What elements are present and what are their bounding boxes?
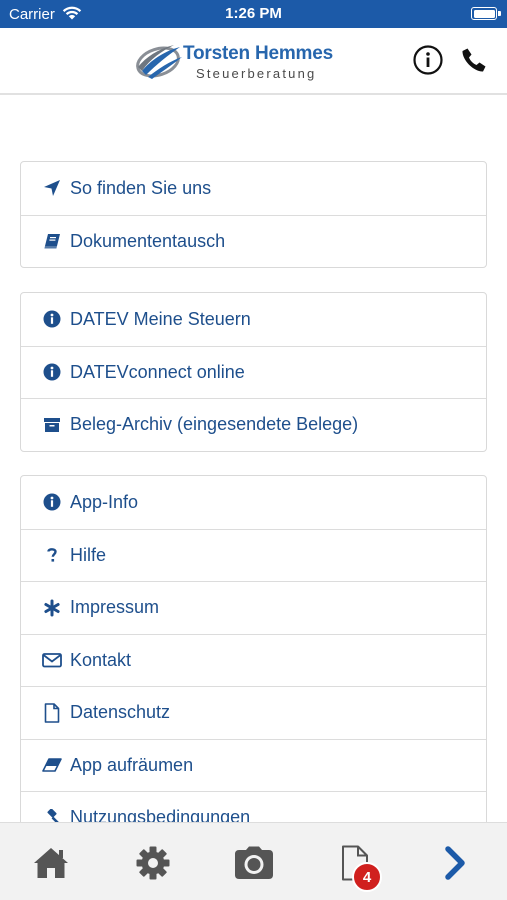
- documents-badge: 4: [352, 862, 382, 892]
- app-header: Torsten Hemmes Steuerberatung: [0, 28, 507, 95]
- menu-item-label: Nutzungsbedingungen: [70, 807, 251, 822]
- menu-item-label: App-Info: [70, 491, 139, 512]
- battery-cap: [498, 11, 501, 16]
- menu-group-info: App-Info Hilfe Impressum Kontakt Datensc…: [20, 475, 487, 822]
- info-circle-icon: [42, 309, 62, 329]
- menu-item-label: Dokumententausch: [70, 230, 226, 251]
- menu-item-impressum[interactable]: Impressum: [21, 581, 486, 634]
- menu-item-label: Kontakt: [70, 649, 132, 670]
- menu-item-label: Hilfe: [70, 544, 107, 565]
- envelope-icon: [42, 650, 62, 670]
- menu-item-hilfe[interactable]: Hilfe: [21, 528, 486, 582]
- menu-item-label: Beleg-Archiv (eingesendete Belege): [70, 414, 359, 435]
- tab-next[interactable]: [433, 841, 477, 885]
- info-circle-icon: [42, 492, 62, 512]
- question-icon: [42, 545, 62, 565]
- gear-icon: [136, 846, 170, 880]
- document-icon: [42, 702, 62, 723]
- menu-item-nutzungsbedingungen[interactable]: Nutzungsbedingungen: [21, 791, 486, 822]
- menu-content: So finden Sie uns Dokumententausch DATEV…: [0, 97, 507, 822]
- tab-settings[interactable]: [131, 841, 175, 885]
- gavel-icon: [42, 808, 62, 822]
- menu-group-location: So finden Sie uns Dokumententausch: [20, 161, 487, 268]
- menu-item-label: DATEVconnect online: [70, 361, 245, 382]
- menu-item-app-info[interactable]: App-Info: [21, 476, 486, 529]
- menu-item-label: App aufräumen: [70, 754, 194, 775]
- archive-icon: [42, 415, 62, 435]
- tab-bar: 4: [0, 822, 507, 900]
- phone-button[interactable]: [459, 45, 489, 75]
- menu-item-app-aufraeumen[interactable]: App aufräumen: [21, 738, 486, 792]
- menu-item-so-finden-sie-uns[interactable]: So finden Sie uns: [21, 162, 486, 215]
- info-circle-icon: [42, 362, 62, 382]
- menu-item-datenschutz[interactable]: Datenschutz: [21, 686, 486, 739]
- logo: Torsten Hemmes Steuerberatung: [134, 41, 344, 81]
- logo-name: Torsten Hemmes: [183, 43, 333, 64]
- menu-item-datevconnect-online[interactable]: DATEVconnect online: [21, 345, 486, 399]
- status-bar: Carrier 1:26 PM: [0, 0, 507, 28]
- home-icon: [34, 848, 68, 878]
- menu-item-label: DATEV Meine Steuern: [70, 308, 251, 329]
- logo-subtitle: Steuerberatung: [196, 66, 317, 81]
- menu-item-label: Impressum: [70, 597, 160, 618]
- camera-icon: [235, 846, 273, 879]
- book-icon: [42, 231, 62, 251]
- menu-item-label: So finden Sie uns: [70, 177, 212, 198]
- asterisk-icon: [42, 598, 62, 618]
- status-time: 1:26 PM: [225, 5, 282, 22]
- menu-item-label: Datenschutz: [70, 702, 171, 723]
- info-circle-icon: [413, 45, 443, 75]
- tab-camera[interactable]: [232, 841, 276, 885]
- menu-item-datev-meine-steuern[interactable]: DATEV Meine Steuern: [21, 293, 486, 346]
- eraser-icon: [42, 755, 62, 775]
- menu-item-beleg-archiv[interactable]: Beleg-Archiv (eingesendete Belege): [21, 398, 486, 451]
- phone-icon: [462, 48, 486, 72]
- chevron-right-icon: [445, 846, 465, 880]
- info-button[interactable]: [413, 45, 443, 75]
- location-arrow-icon: [42, 178, 62, 198]
- logo-swoosh-icon: [136, 45, 182, 79]
- menu-group-datev: DATEV Meine Steuern DATEVconnect online …: [20, 292, 487, 452]
- tab-home[interactable]: [29, 841, 73, 885]
- menu-item-dokumententausch[interactable]: Dokumententausch: [21, 214, 486, 268]
- menu-item-kontakt[interactable]: Kontakt: [21, 633, 486, 687]
- battery-icon: [471, 7, 497, 20]
